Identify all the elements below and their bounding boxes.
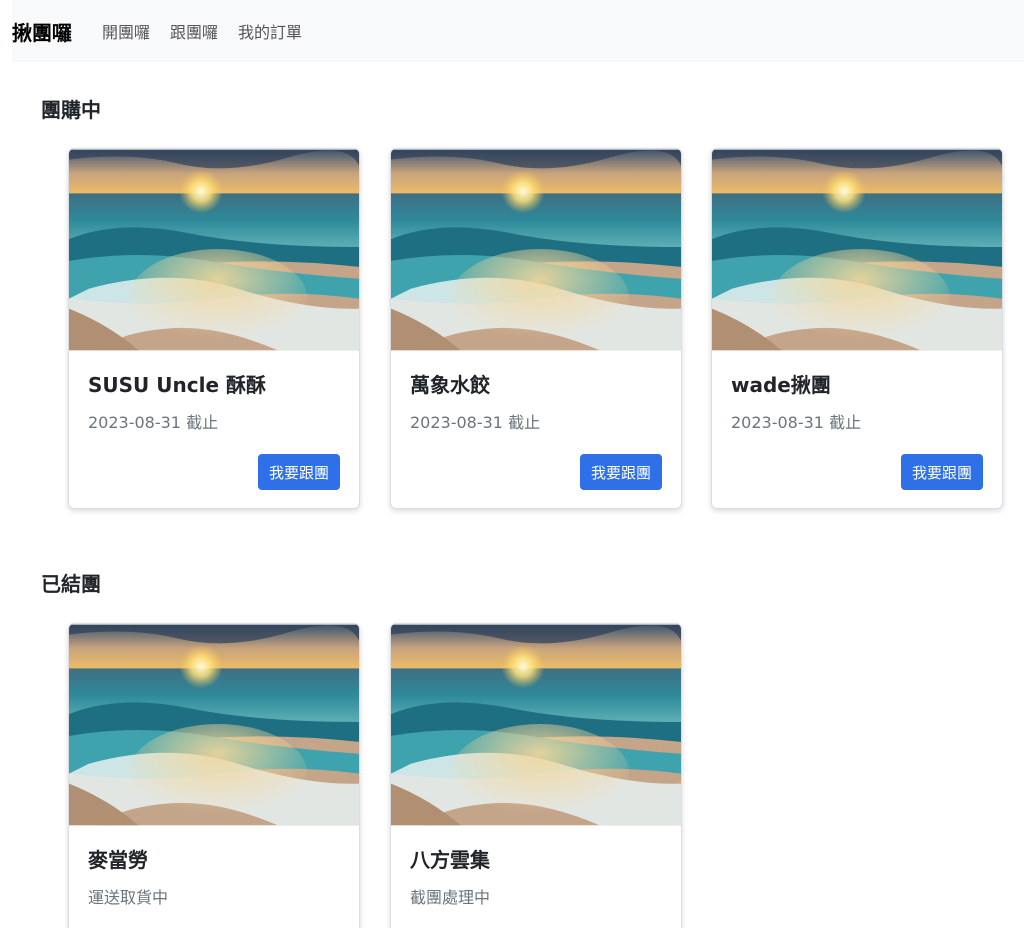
brand-logo[interactable]: 揪團囉 <box>12 17 72 46</box>
group-title: wade揪團 <box>731 373 831 397</box>
group-title: 八方雲集 <box>410 848 490 872</box>
group-deadline: 2023-08-31 截止 <box>410 413 541 432</box>
join-group-button[interactable]: 我要跟團 <box>900 454 983 490</box>
group-card: 八方雲集 截團處理中 <box>390 623 682 928</box>
group-card: wade揪團 2023-08-31 截止 我要跟團 <box>711 148 1003 509</box>
group-card: 萬象水餃 2023-08-31 截止 我要跟團 <box>390 148 682 509</box>
beach-image <box>69 624 359 826</box>
group-card: SUSU Uncle 酥酥 2023-08-31 截止 我要跟團 <box>68 148 360 509</box>
section-title-active: 團購中 <box>41 98 101 122</box>
section-title-closed: 已結團 <box>41 572 101 596</box>
group-deadline: 2023-08-31 截止 <box>88 413 219 432</box>
top-navbar: 揪團囉 開團囉 跟團囉 我的訂單 <box>12 0 1024 62</box>
beach-image <box>69 149 359 351</box>
beach-image <box>391 624 681 826</box>
join-group-button[interactable]: 我要跟團 <box>579 454 662 490</box>
group-status: 截團處理中 <box>410 888 491 907</box>
nav-link-join-group[interactable]: 跟團囉 <box>170 19 218 43</box>
group-title: SUSU Uncle 酥酥 <box>88 373 266 397</box>
group-card: 麥當勞 運送取貨中 <box>68 623 360 928</box>
beach-image <box>712 149 1002 351</box>
group-title: 麥當勞 <box>88 848 148 872</box>
nav-link-create-group[interactable]: 開團囉 <box>102 19 150 43</box>
group-title: 萬象水餃 <box>410 373 490 397</box>
join-group-button[interactable]: 我要跟團 <box>257 454 340 490</box>
beach-image <box>391 149 681 351</box>
group-deadline: 2023-08-31 截止 <box>731 413 862 432</box>
nav-link-my-orders[interactable]: 我的訂單 <box>238 19 302 43</box>
group-status: 運送取貨中 <box>88 888 169 907</box>
